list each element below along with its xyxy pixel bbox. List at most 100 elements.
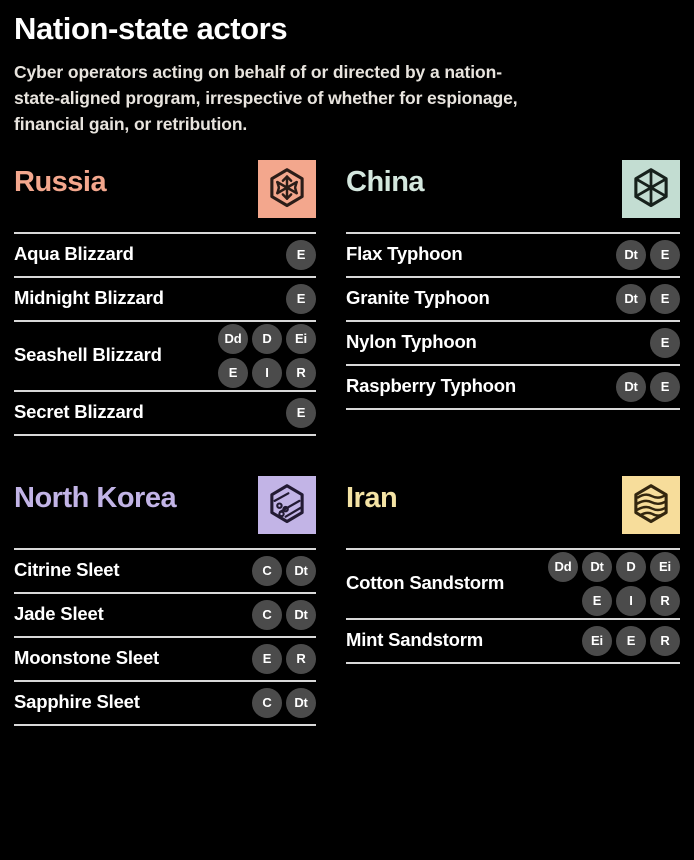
actor-tag-group: E bbox=[650, 327, 680, 358]
actor-name: Midnight Blizzard bbox=[14, 287, 164, 309]
actor-list: Flax Typhoon Dt E Granite Typhoon Dt E Nylon T… bbox=[346, 231, 680, 410]
blizzard-hexagon-icon bbox=[258, 159, 316, 218]
actor-tag-group: C Dt bbox=[252, 599, 316, 630]
page-subtitle: Cyber operators acting on behalf of or d… bbox=[14, 62, 518, 134]
actor-name: Sapphire Sleet bbox=[14, 691, 140, 713]
actor-name: Flax Typhoon bbox=[346, 243, 463, 265]
actor-name: Citrine Sleet bbox=[14, 559, 120, 581]
actor-row[interactable]: Jade Sleet C Dt bbox=[14, 594, 316, 638]
actor-row[interactable]: Sapphire Sleet C Dt bbox=[14, 682, 316, 726]
actor-name: Cotton Sandstorm bbox=[346, 572, 505, 594]
actor-name: Nylon Typhoon bbox=[346, 331, 477, 353]
actor-list: Aqua Blizzard E Midnight Blizzard E Seashell… bbox=[14, 231, 316, 436]
actor-row[interactable]: Moonstone Sleet E R bbox=[14, 638, 316, 682]
actor-name: Moonstone Sleet bbox=[14, 647, 160, 669]
sandstorm-hexagon-icon bbox=[622, 475, 680, 534]
actor-tag[interactable]: D bbox=[616, 551, 646, 582]
actor-tag[interactable]: I bbox=[616, 585, 646, 616]
actor-tag-group: C Dt bbox=[252, 555, 316, 586]
country-panel-north-korea: North Korea Citrine Sleet C Dt Jade Sleet C Dt… bbox=[14, 475, 316, 726]
actor-tag[interactable]: Dd bbox=[218, 323, 248, 354]
actor-tag-group: Dt E bbox=[616, 283, 680, 314]
actor-tag[interactable]: I bbox=[252, 357, 282, 388]
actor-tag[interactable]: Ei bbox=[582, 625, 612, 656]
actor-tag-group: E bbox=[286, 283, 316, 314]
actor-tag-group: Dt E bbox=[616, 239, 680, 270]
actor-row[interactable]: Cotton Sandstorm Dd Dt D Ei E I R bbox=[346, 550, 680, 620]
country-name: North Korea bbox=[14, 481, 177, 514]
actor-name: Seashell Blizzard bbox=[14, 344, 162, 366]
actor-row[interactable]: Secret Blizzard E bbox=[14, 392, 316, 436]
actor-list: Cotton Sandstorm Dd Dt D Ei E I R Mint Sandstorm… bbox=[346, 547, 680, 664]
actor-tag[interactable]: Dt bbox=[616, 283, 646, 314]
actor-tag[interactable]: Dt bbox=[582, 551, 612, 582]
actor-name: Aqua Blizzard bbox=[14, 243, 134, 265]
actor-name: Mint Sandstorm bbox=[346, 629, 483, 651]
country-panel-china: China Flax Typhoon Dt E Granite Typhoon Dt E Ny… bbox=[346, 159, 680, 436]
country-name: Russia bbox=[14, 165, 107, 198]
actor-tag-group: C Dt bbox=[252, 687, 316, 718]
actor-row[interactable]: Granite Typhoon Dt E bbox=[346, 278, 680, 322]
actor-row[interactable]: Citrine Sleet C Dt bbox=[14, 550, 316, 594]
country-panel-iran: Iran Cotton Sandstorm Dd Dt D Ei E I R Mint Sands… bbox=[346, 475, 680, 726]
actor-name: Granite Typhoon bbox=[346, 287, 490, 309]
actor-tag[interactable]: E bbox=[286, 397, 316, 428]
country-panel-header: Russia bbox=[14, 159, 316, 232]
actor-tag[interactable]: C bbox=[252, 599, 282, 630]
actor-tag[interactable]: Dt bbox=[616, 239, 646, 270]
actor-tag[interactable]: Dd bbox=[548, 551, 578, 582]
actor-tag[interactable]: E bbox=[650, 283, 680, 314]
actor-tag[interactable]: Ei bbox=[650, 551, 680, 582]
actor-tag[interactable]: C bbox=[252, 555, 282, 586]
actor-tag[interactable]: E bbox=[286, 239, 316, 270]
actor-tag[interactable]: Dt bbox=[616, 371, 646, 402]
typhoon-hexagon-icon bbox=[622, 159, 680, 218]
country-panel-header: China bbox=[346, 159, 680, 232]
actor-tag[interactable]: E bbox=[582, 585, 612, 616]
actor-tag[interactable]: D bbox=[252, 323, 282, 354]
actor-tag[interactable]: R bbox=[650, 585, 680, 616]
actor-tag[interactable]: R bbox=[650, 625, 680, 656]
country-name: China bbox=[346, 165, 425, 198]
actor-tag[interactable]: R bbox=[286, 643, 316, 674]
actor-list: Citrine Sleet C Dt Jade Sleet C Dt Moonstone S… bbox=[14, 547, 316, 726]
actor-tag-group: Ei E R bbox=[582, 625, 680, 656]
actor-row[interactable]: Raspberry Typhoon Dt E bbox=[346, 366, 680, 410]
actor-tag[interactable]: E bbox=[286, 283, 316, 314]
actor-tag[interactable]: E bbox=[650, 371, 680, 402]
actor-tag[interactable]: E bbox=[616, 625, 646, 656]
actor-row[interactable]: Flax Typhoon Dt E bbox=[346, 234, 680, 278]
actor-row[interactable]: Midnight Blizzard E bbox=[14, 278, 316, 322]
sleet-hexagon-icon bbox=[258, 475, 316, 534]
country-name: Iran bbox=[346, 481, 398, 514]
actor-tag-group: Dd Dt D Ei E I R bbox=[518, 551, 680, 616]
page-title: Nation-state actors bbox=[14, 11, 288, 46]
actor-row[interactable]: Aqua Blizzard E bbox=[14, 234, 316, 278]
actor-tag[interactable]: R bbox=[286, 357, 316, 388]
country-panel-header: North Korea bbox=[14, 475, 316, 548]
actor-tag[interactable]: Ei bbox=[286, 323, 316, 354]
country-panel-grid: Russia Aqua Blizzard E Midnight Blizzard E Se… bbox=[14, 159, 680, 726]
actor-name: Jade Sleet bbox=[14, 603, 104, 625]
actor-tag[interactable]: Dt bbox=[286, 599, 316, 630]
actor-tag[interactable]: E bbox=[650, 239, 680, 270]
actor-tag[interactable]: E bbox=[252, 643, 282, 674]
actor-tag-group: Dt E bbox=[616, 371, 680, 402]
actor-tag[interactable]: Dt bbox=[286, 687, 316, 718]
country-panel-header: Iran bbox=[346, 475, 680, 548]
actor-row[interactable]: Seashell Blizzard Dd D Ei E I R bbox=[14, 322, 316, 392]
actor-tag-group: E bbox=[286, 397, 316, 428]
actor-tag-group: Dd D Ei E I R bbox=[200, 323, 316, 388]
country-panel-russia: Russia Aqua Blizzard E Midnight Blizzard E Se… bbox=[14, 159, 316, 436]
actor-tag[interactable]: E bbox=[650, 327, 680, 358]
actor-row[interactable]: Nylon Typhoon E bbox=[346, 322, 680, 366]
actor-row[interactable]: Mint Sandstorm Ei E R bbox=[346, 620, 680, 664]
actor-tag[interactable]: Dt bbox=[286, 555, 316, 586]
actor-tag-group: E bbox=[286, 239, 316, 270]
actor-tag-group: ER bbox=[252, 643, 316, 674]
actor-tag[interactable]: C bbox=[252, 687, 282, 718]
actor-tag[interactable]: E bbox=[218, 357, 248, 388]
actor-name: Secret Blizzard bbox=[14, 401, 144, 423]
actor-name: Raspberry Typhoon bbox=[346, 375, 516, 397]
nation-state-actors-page: Nation-state actors Cyber operators acti… bbox=[0, 0, 694, 860]
